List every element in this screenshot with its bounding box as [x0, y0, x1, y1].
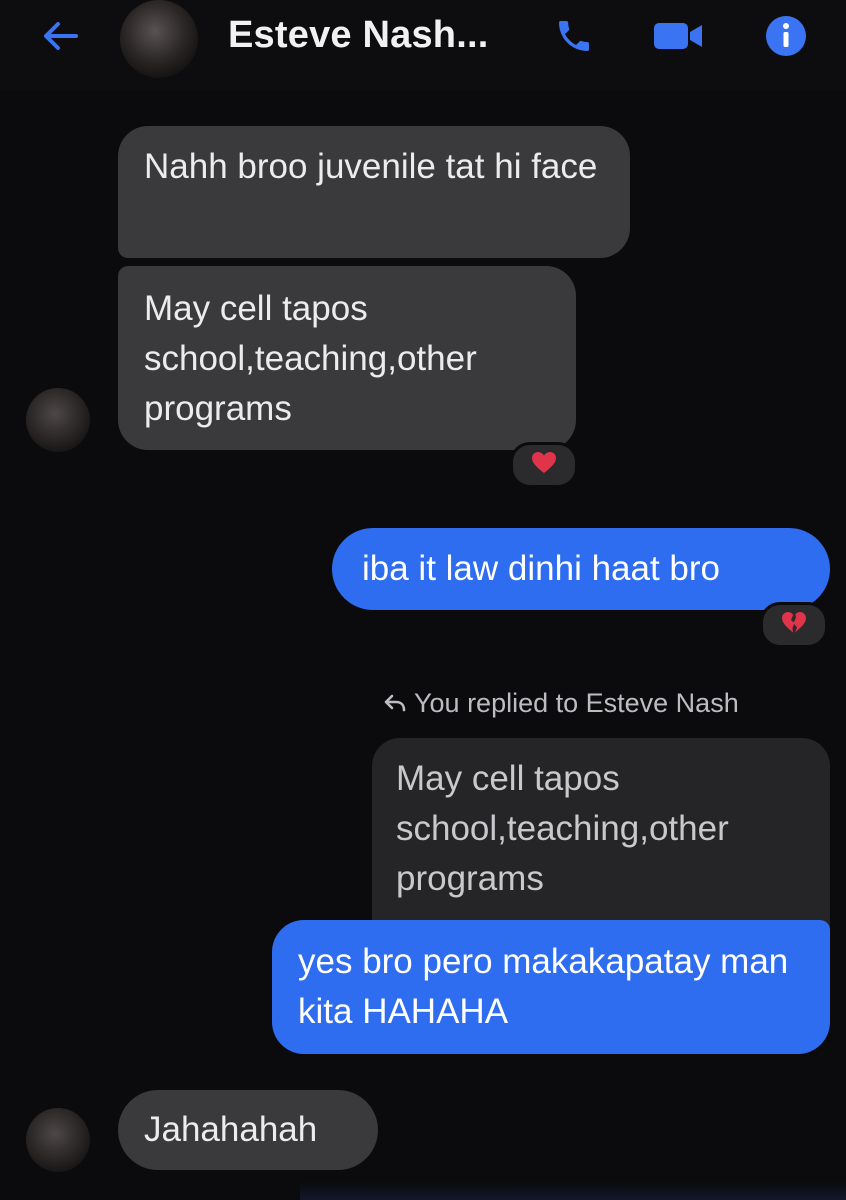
reply-note-text: You replied to Esteve Nash: [414, 688, 739, 718]
quoted-message[interactable]: May cell tapos school,teaching,other pro…: [372, 738, 830, 938]
broken-heart-icon: [781, 611, 807, 640]
message-bubble-incoming[interactable]: May cell tapos school,teaching,other pro…: [118, 266, 576, 450]
back-arrow-icon: [42, 21, 78, 56]
contact-avatar[interactable]: [120, 0, 198, 78]
call-button[interactable]: [548, 12, 600, 64]
message-bubble-outgoing[interactable]: yes bro pero makakapatay man kita HAHAHA: [272, 920, 830, 1054]
reply-indicator: You replied to Esteve Nash: [384, 688, 739, 719]
contact-name[interactable]: Esteve Nash...: [228, 14, 489, 57]
message-bubble-outgoing[interactable]: iba it law dinhi haat bro: [332, 528, 830, 610]
heart-icon: [531, 451, 557, 480]
video-call-button[interactable]: [648, 12, 710, 64]
info-button[interactable]: [760, 12, 812, 64]
message-bubble-incoming[interactable]: Jahahahah: [118, 1090, 378, 1170]
chat-header: Esteve Nash...: [0, 0, 846, 90]
reaction-badge[interactable]: [760, 602, 828, 648]
message-bubble-incoming[interactable]: Nahh broo juvenile tat hi face: [118, 126, 630, 258]
video-camera-icon: [652, 18, 706, 59]
phone-icon: [554, 16, 594, 61]
composer-edge: [300, 1182, 846, 1200]
reaction-badge[interactable]: [510, 442, 578, 488]
info-icon: [764, 14, 808, 63]
sender-avatar[interactable]: [26, 388, 90, 452]
back-button[interactable]: [36, 14, 84, 62]
reply-arrow-icon: [384, 688, 406, 719]
sender-avatar[interactable]: [26, 1108, 90, 1172]
